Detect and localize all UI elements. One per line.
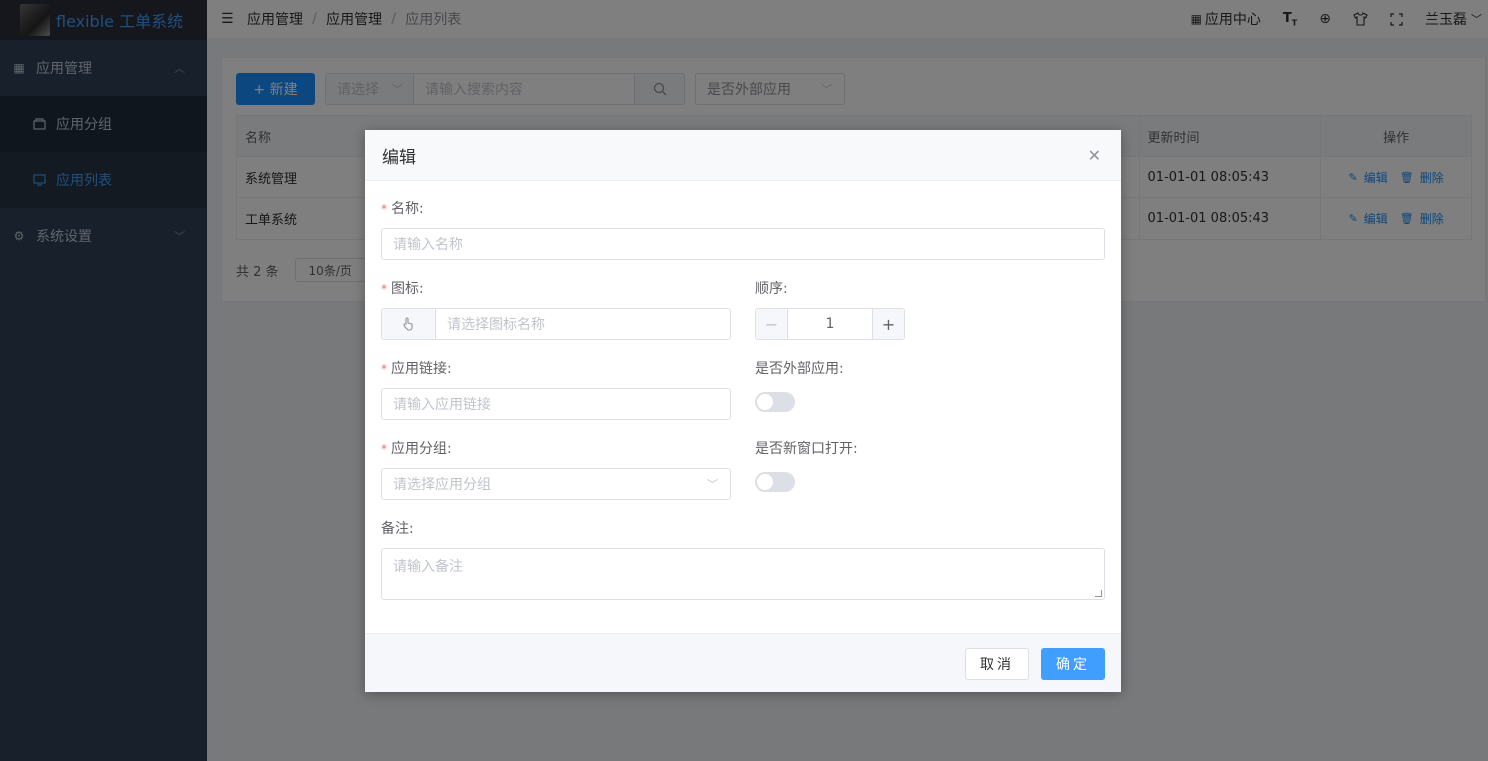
- form-item-icon: * 图标: 请选择图标名称: [381, 280, 731, 340]
- name-input[interactable]: 请输入名称: [381, 228, 1105, 260]
- new-window-label: 是否新窗口打开:: [755, 441, 858, 457]
- dialog-footer: 取消 确定: [365, 633, 1121, 692]
- form-item-order: 顺序: − 1 +: [755, 280, 1105, 340]
- group-label: * 应用分组:: [381, 441, 452, 457]
- required-mark: *: [381, 202, 387, 216]
- pointer-hand-icon: [382, 309, 436, 339]
- edit-dialog: 编辑 ✕ *名称: 请输入名称 *图标: 请选择图标名称 顺序: − 1 +: [365, 130, 1121, 692]
- form-item-group: * 应用分组: 请选择应用分组 ﹀: [381, 440, 731, 500]
- increase-button[interactable]: +: [872, 309, 904, 339]
- form-item-link: * 应用链接: 请输入应用链接: [381, 360, 731, 420]
- icon-name-input[interactable]: 请选择图标名称: [436, 309, 545, 339]
- icon-label: * 图标:: [381, 281, 424, 297]
- external-switch[interactable]: [755, 392, 795, 412]
- remark-label: 备注:: [381, 521, 414, 537]
- required-mark: *: [381, 362, 387, 376]
- form-item-name: * 名称: 请输入名称: [381, 200, 1105, 260]
- remark-placeholder: 请输入备注: [393, 559, 463, 575]
- resize-grip-icon[interactable]: [1095, 590, 1102, 597]
- close-icon[interactable]: ✕: [1088, 146, 1101, 165]
- chevron-down-icon: ﹀: [707, 478, 718, 491]
- icon-picker[interactable]: 请选择图标名称: [381, 308, 731, 340]
- name-label: * 名称:: [381, 201, 424, 217]
- form-item-new-window: 是否新窗口打开:: [755, 440, 1105, 492]
- link-label: * 应用链接:: [381, 361, 452, 377]
- order-label: 顺序:: [755, 281, 788, 297]
- link-input[interactable]: 请输入应用链接: [381, 388, 731, 420]
- required-mark: *: [381, 442, 387, 456]
- decrease-button[interactable]: −: [756, 309, 788, 339]
- confirm-button[interactable]: 确定: [1041, 648, 1105, 680]
- external-label: 是否外部应用:: [755, 361, 844, 377]
- form-item-external: 是否外部应用:: [755, 360, 1105, 412]
- dialog-header: 编辑 ✕: [365, 130, 1121, 181]
- group-select[interactable]: 请选择应用分组 ﹀: [381, 468, 731, 500]
- form-item-remark: 备注: 请输入备注: [381, 520, 1105, 600]
- group-placeholder: 请选择应用分组: [393, 477, 491, 493]
- order-value[interactable]: 1: [788, 309, 872, 339]
- remark-textarea[interactable]: 请输入备注: [381, 548, 1105, 600]
- order-stepper: − 1 +: [755, 308, 905, 340]
- cancel-button[interactable]: 取消: [965, 648, 1029, 680]
- dialog-title: 编辑: [382, 147, 416, 168]
- new-window-switch[interactable]: [755, 472, 795, 492]
- required-mark: *: [381, 282, 387, 296]
